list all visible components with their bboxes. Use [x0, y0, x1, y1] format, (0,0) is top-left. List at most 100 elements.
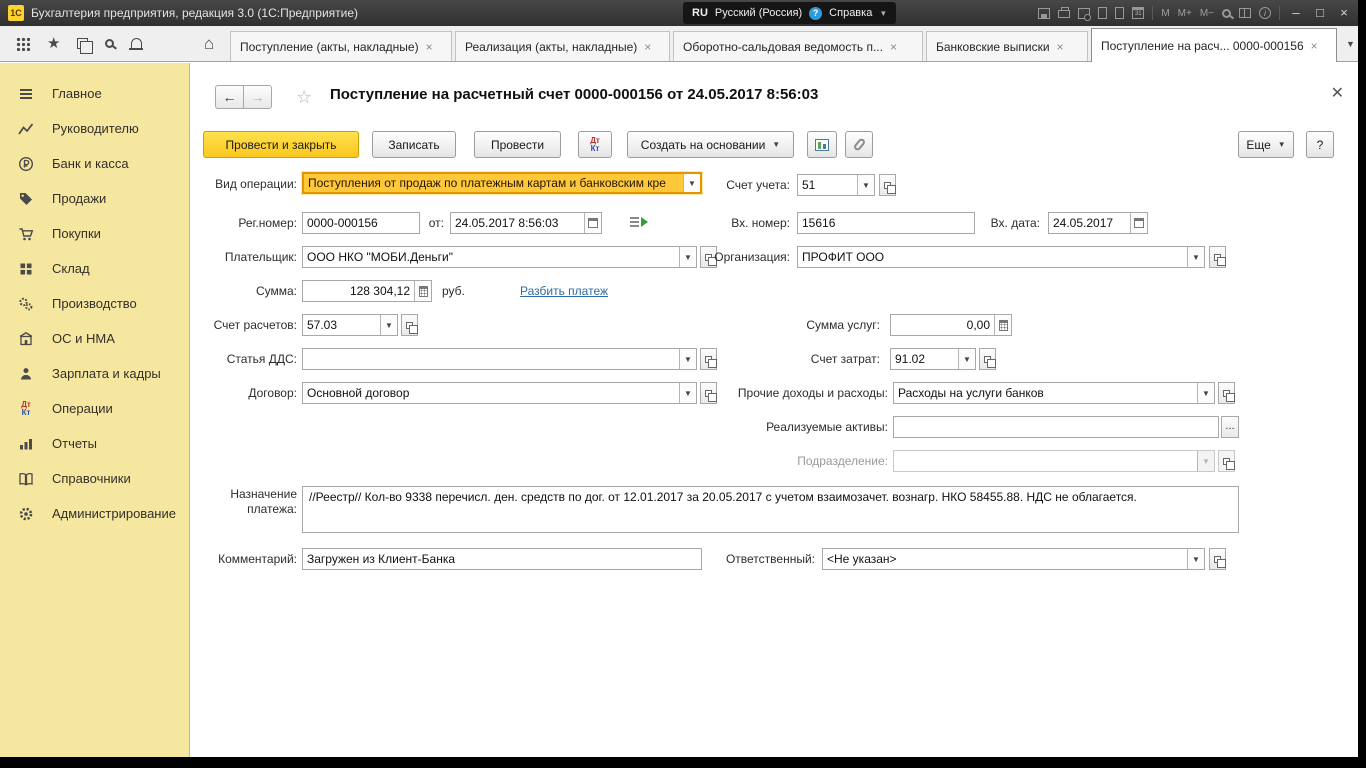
open-other-income-expense-button[interactable] [1218, 382, 1235, 404]
dropdown-button[interactable]: ▼ [679, 349, 696, 369]
calendar-button[interactable] [1130, 213, 1147, 233]
open-account-button[interactable] [879, 174, 896, 196]
organization-combobox[interactable]: ПРОФИТ ООО ▼ [797, 246, 1205, 268]
open-responsible-button[interactable] [1209, 548, 1226, 570]
calculator-button[interactable] [994, 315, 1011, 335]
language-code[interactable]: RU [692, 7, 708, 19]
print-icon[interactable] [1058, 10, 1070, 18]
service-amount-input[interactable]: 0,00 [890, 314, 1012, 336]
export-doc-icon[interactable] [1098, 7, 1107, 19]
reg-number-input[interactable]: 0000-000156 [302, 212, 420, 234]
sold-assets-select-button[interactable]: ... [1221, 416, 1239, 438]
sidebar-item-sklad[interactable]: Склад [0, 251, 189, 286]
split-payment-link[interactable]: Разбить платеж [520, 280, 608, 302]
create-based-on-button[interactable]: Создать на основании▼ [627, 131, 794, 158]
chevron-down-icon[interactable]: ▼ [879, 9, 887, 18]
help-label[interactable]: Справка [829, 7, 872, 19]
sidebar-item-spravochniki[interactable]: Справочники [0, 461, 189, 496]
sidebar-item-otchety[interactable]: Отчеты [0, 426, 189, 461]
close-tab-icon[interactable]: × [426, 40, 433, 54]
history-icon[interactable] [77, 38, 88, 49]
payer-combobox[interactable]: ООО НКО "МОБИ.Деньги" ▼ [302, 246, 697, 268]
sidebar-item-os-i-nma[interactable]: ОС и НМА [0, 321, 189, 356]
other-income-expense-combobox[interactable]: Расходы на услуги банков ▼ [893, 382, 1215, 404]
dropdown-button[interactable]: ▼ [958, 349, 975, 369]
dropdown-button[interactable]: ▼ [1187, 549, 1204, 569]
open-organization-button[interactable] [1209, 246, 1226, 268]
dropdown-button[interactable]: ▼ [857, 175, 874, 195]
calendar-icon[interactable]: 31 [1132, 7, 1144, 19]
close-form-icon[interactable]: ✕ [1331, 83, 1344, 103]
help-circle-icon[interactable]: ? [809, 7, 822, 20]
payment-purpose-textarea[interactable]: //Реестр// Кол-во 9338 перечисл. ден. ср… [302, 486, 1239, 533]
related-documents-button[interactable] [807, 131, 837, 158]
sidebar-item-rukovoditelyu[interactable]: Руководителю [0, 111, 189, 146]
close-tab-icon[interactable]: × [890, 40, 897, 54]
tab-postuplenie-akty[interactable]: Поступление (акты, накладные) × [230, 31, 452, 61]
sidebar-item-pokupki[interactable]: Покупки [0, 216, 189, 251]
close-window-button[interactable]: × [1336, 1, 1352, 25]
notifications-icon[interactable] [131, 38, 142, 48]
close-tab-icon[interactable]: × [1057, 40, 1064, 54]
incoming-date-input[interactable]: 24.05.2017 [1048, 212, 1148, 234]
sidebar-item-administrirovanie[interactable]: Администрирование [0, 496, 189, 531]
settlement-account-combobox[interactable]: 57.03 ▼ [302, 314, 398, 336]
cash-flow-item-combobox[interactable]: ▼ [302, 348, 697, 370]
account-combobox[interactable]: 51 ▼ [797, 174, 875, 196]
comment-input[interactable]: Загружен из Клиент-Банка [302, 548, 702, 570]
dropdown-button[interactable]: ▼ [380, 315, 397, 335]
more-button[interactable]: Еще▼ [1238, 131, 1294, 158]
main-menu-icon[interactable] [16, 37, 30, 51]
contract-combobox[interactable]: Основной договор ▼ [302, 382, 697, 404]
sidebar-item-bank-i-kassa[interactable]: Банк и касса [0, 146, 189, 181]
dropdown-button[interactable]: ▼ [679, 383, 696, 403]
show-postings-button[interactable]: ДтКт [578, 131, 612, 158]
back-button[interactable]: ← [215, 85, 244, 109]
amount-input[interactable]: 128 304,12 [302, 280, 432, 302]
info-icon[interactable]: i [1259, 7, 1271, 19]
date-from-input[interactable]: 24.05.2017 8:56:03 [450, 212, 602, 234]
expense-account-combobox[interactable]: 91.02 ▼ [890, 348, 976, 370]
panels-icon[interactable] [1239, 8, 1251, 18]
attachments-button[interactable] [845, 131, 873, 158]
sold-assets-input[interactable] [893, 416, 1219, 438]
maximize-button[interactable]: □ [1312, 1, 1328, 25]
close-tab-icon[interactable]: × [1311, 39, 1318, 53]
zoom-icon[interactable] [1222, 9, 1231, 18]
sidebar-item-prodazhi[interactable]: Продажи [0, 181, 189, 216]
favorite-star-icon[interactable]: ☆ [296, 87, 312, 108]
operation-type-combobox[interactable]: Поступления от продаж по платежным карта… [302, 172, 702, 194]
print-preview-icon[interactable] [1078, 8, 1090, 19]
forward-button[interactable]: → [243, 85, 272, 109]
write-button[interactable]: Записать [372, 131, 456, 158]
post-button[interactable]: Провести [474, 131, 561, 158]
tab-list-chevron-icon[interactable]: ▼ [1346, 39, 1355, 49]
tab-realizaciya-akty[interactable]: Реализация (акты, накладные) × [455, 31, 670, 61]
open-cash-flow-item-button[interactable] [700, 348, 717, 370]
help-button[interactable]: ? [1306, 131, 1334, 158]
memory-mplus-button[interactable]: M+ [1178, 8, 1192, 19]
calculator-button[interactable] [414, 281, 431, 301]
minimize-button[interactable]: – [1288, 1, 1304, 25]
tab-bankovskie-vypiski[interactable]: Банковские выписки × [926, 31, 1088, 61]
sidebar-item-proizvodstvo[interactable]: Производство [0, 286, 189, 321]
favorites-icon[interactable]: ★ [47, 36, 60, 51]
memory-m-button[interactable]: M [1161, 8, 1169, 19]
sidebar-item-glavnoe[interactable]: Главное [0, 76, 189, 111]
home-button[interactable]: ⌂ [194, 30, 224, 58]
import-doc-icon[interactable] [1115, 7, 1124, 19]
related-documents-icon[interactable] [630, 217, 648, 227]
dropdown-button[interactable]: ▼ [1197, 383, 1214, 403]
calendar-button[interactable] [584, 213, 601, 233]
tab-postuplenie-na-schet-active[interactable]: Поступление на расч... 0000-000156 × [1091, 28, 1337, 62]
tab-osv[interactable]: Оборотно-сальдовая ведомость п... × [673, 31, 923, 61]
save-icon[interactable] [1038, 8, 1050, 19]
open-settlement-account-button[interactable] [401, 314, 418, 336]
responsible-combobox[interactable]: <Не указан> ▼ [822, 548, 1205, 570]
close-tab-icon[interactable]: × [644, 40, 651, 54]
post-and-close-button[interactable]: Провести и закрыть [203, 131, 359, 158]
memory-mminus-button[interactable]: M− [1200, 8, 1214, 19]
sidebar-item-operacii[interactable]: ДтКт Операции [0, 391, 189, 426]
open-expense-account-button[interactable] [979, 348, 996, 370]
dropdown-button[interactable]: ▼ [1187, 247, 1204, 267]
